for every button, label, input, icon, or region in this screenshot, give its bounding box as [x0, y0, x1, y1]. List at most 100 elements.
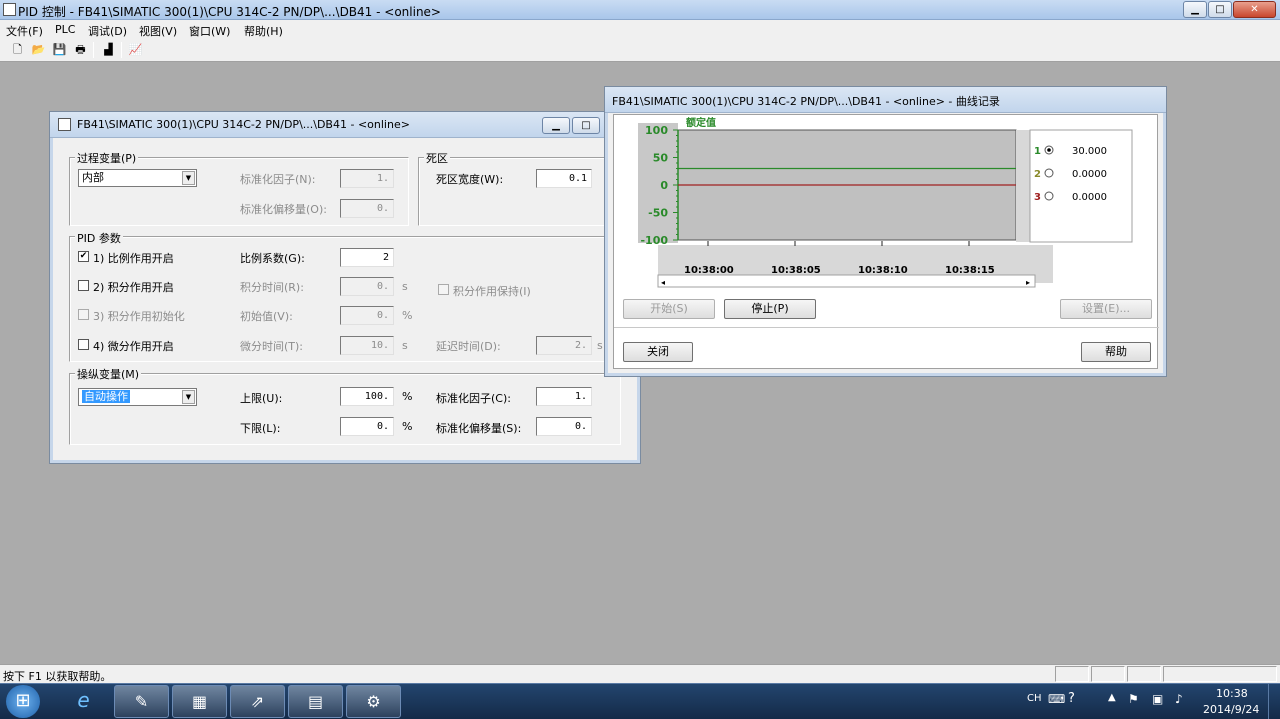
clock-date[interactable]: 2014/9/24 — [1203, 703, 1259, 716]
legend-index: 3 — [1034, 192, 1041, 203]
ie-icon[interactable]: e — [56, 685, 111, 718]
input-language[interactable]: CH — [1027, 693, 1042, 704]
lower-limit-unit: % — [402, 420, 413, 433]
netpro-icon[interactable]: ⚙ — [346, 685, 401, 718]
show-hidden-icons-icon[interactable]: ▲ — [1108, 692, 1116, 703]
deadband-width-label: 死区宽度(W): — [436, 173, 504, 186]
curve-window-client: 100 50 0 -50 -100 10:38:00 10:38:05 10:38:10 10… — [613, 114, 1159, 369]
delay-field: 2. — [536, 336, 592, 355]
keyboard-icon[interactable]: ⌨ — [1048, 692, 1065, 706]
time-scrollbar[interactable] — [657, 274, 1036, 288]
simatic-manager-icon[interactable]: ✎ — [114, 685, 169, 718]
stop-button[interactable]: 停止(P) — [724, 299, 816, 319]
menu-help[interactable]: 帮助(H) — [244, 23, 283, 39]
status-pane — [1163, 666, 1277, 682]
menu-plc[interactable]: PLC — [55, 23, 75, 36]
main-title: PID 控制 - FB41\SIMATIC 300(1)\CPU 314C-2 … — [18, 5, 441, 19]
new-icon[interactable]: 🗋 — [9, 42, 26, 58]
close-curve-button[interactable]: 关闭 — [623, 342, 693, 362]
ti-unit: s — [402, 280, 408, 293]
volume-icon[interactable]: ♪ — [1175, 692, 1183, 706]
network-icon[interactable]: ▣ — [1152, 692, 1163, 706]
plot-right-margin — [1016, 130, 1030, 242]
menu-file[interactable]: 文件(F) — [6, 23, 43, 39]
y-tick-label: 50 — [653, 152, 669, 165]
deadband-width-field[interactable]: 0.1 — [536, 169, 592, 188]
menu-window[interactable]: 窗口(W) — [189, 23, 230, 39]
d-enable-checkbox[interactable] — [78, 339, 89, 350]
pid-parameter-window: FB41\SIMATIC 300(1)\CPU 314C-2 PN/DP\...… — [49, 111, 641, 464]
i-enable-label: 2) 积分作用开启 — [93, 281, 174, 294]
upper-limit-field[interactable]: 100. — [340, 387, 394, 406]
x-tick-label: 10:38:05 — [771, 265, 821, 276]
upper-limit-unit: % — [402, 390, 413, 403]
mv-mode-select[interactable]: 自动操作 ▼ — [78, 388, 197, 406]
y-tick-label: -100 — [640, 234, 668, 247]
x-tick-label: 10:38:15 — [945, 265, 995, 276]
lower-limit-field[interactable]: 0. — [340, 417, 394, 436]
gain-field[interactable]: 2 — [340, 248, 394, 267]
start-button: 开始(S) — [623, 299, 715, 319]
taskbar: ⊞ e ✎ ▦ ⇗ ▤ ⚙ CH ⌨ ? ▲ ⚑ ▣ ♪ 10:38 2014/… — [0, 683, 1280, 719]
trend-chart: 100500-50-100 10:38:00 10:38:05 10:38:10 10… — [638, 116, 1133, 288]
lower-limit-label: 下限(L): — [240, 422, 281, 435]
hw-config-icon[interactable]: ▤ — [288, 685, 343, 718]
controller-icon[interactable]: ▟ — [100, 42, 117, 58]
help-tray-icon[interactable]: ? — [1068, 691, 1075, 706]
maximize-button[interactable]: □ — [1208, 1, 1232, 18]
chevron-down-icon[interactable]: ▼ — [182, 171, 195, 185]
help-button[interactable]: 帮助 — [1081, 342, 1151, 362]
upper-limit-label: 上限(U): — [240, 392, 283, 405]
gain-label: 比例系数(G): — [240, 252, 305, 265]
main-title-bar: PID 控制 - FB41\SIMATIC 300(1)\CPU 314C-2 … — [0, 0, 1280, 20]
curve-recorder-window: FB41\SIMATIC 300(1)\CPU 314C-2 PN/DP\...… — [604, 86, 1167, 377]
close-button[interactable]: ✕ — [1233, 1, 1276, 18]
legend-radio-3[interactable] — [1044, 191, 1054, 201]
status-pane — [1127, 666, 1161, 682]
mv-norm-offset-label: 标准化偏移量(S): — [436, 422, 522, 435]
status-help-text: 按下 F1 以获取帮助。 — [3, 670, 112, 683]
pid-tool-icon[interactable]: ⇗ — [230, 685, 285, 718]
pv-norm-factor-field: 1. — [340, 169, 394, 188]
td-field: 10. — [340, 336, 394, 355]
legend-value: 0.0000 — [1072, 169, 1107, 180]
mv-norm-offset-field[interactable]: 0. — [536, 417, 592, 436]
mv-norm-factor-field[interactable]: 1. — [536, 387, 592, 406]
ti-field: 0. — [340, 277, 394, 296]
legend-value: 30.000 — [1072, 146, 1107, 157]
start-orb[interactable]: ⊞ — [6, 685, 40, 718]
delay-unit: s — [597, 339, 603, 352]
minimize-button[interactable]: ▁ — [1183, 1, 1207, 18]
chevron-down-icon[interactable]: ▼ — [182, 390, 195, 404]
process-variable-source-select[interactable]: 内部 ▼ — [78, 169, 197, 187]
legend-radio-2[interactable] — [1044, 168, 1054, 178]
toolbar-separator — [93, 42, 94, 58]
td-label: 微分时间(T): — [240, 340, 304, 353]
pid-window-minimize-button[interactable]: ▁ — [542, 117, 570, 134]
pid-window-maximize-button[interactable]: □ — [572, 117, 600, 134]
scroll-left-icon[interactable]: ◂ — [661, 278, 665, 287]
menu-view[interactable]: 视图(V) — [139, 23, 177, 39]
y-tick-label: 100 — [645, 124, 668, 137]
i-hold-label: 积分作用保持(I) — [453, 285, 531, 298]
ti-label: 积分时间(R): — [240, 281, 304, 294]
app-icon — [3, 3, 16, 16]
show-desktop-button[interactable] — [1268, 684, 1280, 719]
i-enable-checkbox[interactable] — [78, 280, 89, 291]
curve-window-divider — [614, 327, 1159, 328]
mv-norm-factor-label: 标准化因子(C): — [436, 392, 511, 405]
flag-icon[interactable]: ⚑ — [1128, 692, 1139, 706]
clock-time[interactable]: 10:38 — [1216, 687, 1248, 700]
p-enable-checkbox[interactable]: ✔ — [78, 251, 89, 262]
print-icon[interactable]: 🖶 — [72, 42, 89, 58]
scroll-right-icon[interactable]: ▸ — [1026, 278, 1030, 287]
pid-params-label: PID 参数 — [75, 230, 123, 246]
plcsim-icon[interactable]: ▦ — [172, 685, 227, 718]
menu-debug[interactable]: 调试(D) — [88, 23, 127, 39]
curve-icon[interactable]: 📈 — [127, 42, 144, 58]
mv-mode-value: 自动操作 — [82, 390, 130, 403]
open-icon[interactable]: 📂 — [30, 42, 47, 58]
save-icon[interactable]: 💾 — [51, 42, 68, 58]
deadband-label: 死区 — [424, 150, 450, 166]
pv-norm-offset-label: 标准化偏移量(O): — [240, 203, 327, 216]
